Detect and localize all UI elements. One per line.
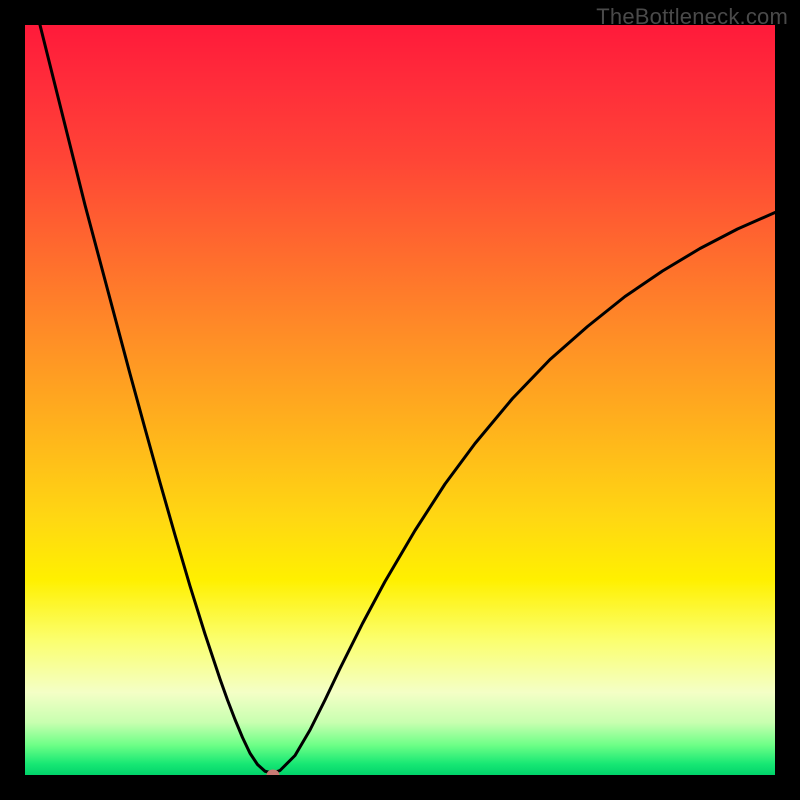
min-point-marker bbox=[266, 770, 279, 776]
bottleneck-curve bbox=[25, 25, 775, 775]
plot-area bbox=[25, 25, 775, 775]
chart-frame: TheBottleneck.com bbox=[0, 0, 800, 800]
watermark-text: TheBottleneck.com bbox=[596, 4, 788, 30]
